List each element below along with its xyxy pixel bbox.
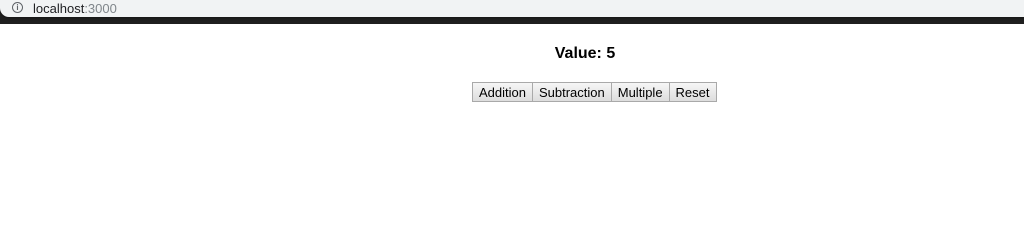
- url-host: localhost: [33, 1, 85, 16]
- url-port: :3000: [84, 1, 117, 16]
- page-content: Value: 5 Addition Subtraction Multiple R…: [0, 24, 1024, 237]
- address-bar[interactable]: i localhost:3000: [0, 0, 1024, 17]
- reset-button[interactable]: Reset: [668, 82, 717, 102]
- subtraction-button[interactable]: Subtraction: [531, 82, 612, 102]
- value-heading: Value: 5: [554, 45, 616, 62]
- addition-button[interactable]: Addition: [472, 82, 533, 102]
- button-group: Addition Subtraction Multiple Reset: [472, 82, 717, 102]
- browser-toolbar: i localhost:3000: [0, 0, 1024, 24]
- multiple-button[interactable]: Multiple: [610, 82, 670, 102]
- info-icon[interactable]: i: [12, 2, 23, 13]
- url-text[interactable]: localhost:3000: [33, 1, 117, 16]
